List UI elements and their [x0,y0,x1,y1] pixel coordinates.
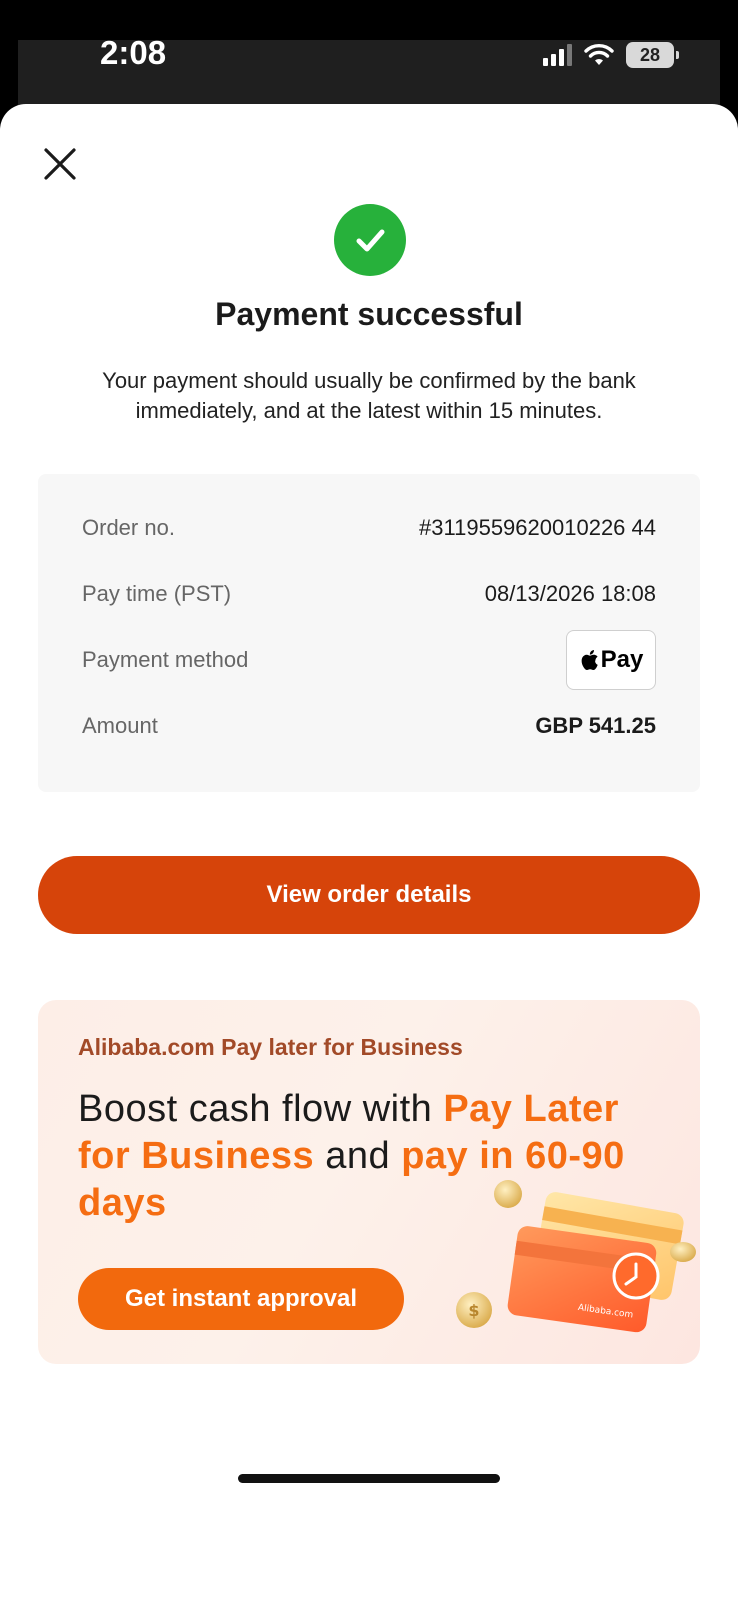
confirmation-note: Your payment should usually be confirmed… [102,368,636,423]
amount-label: Amount [82,713,158,738]
pay-time-label: Pay time (PST) [82,581,232,606]
order-no-value: #3119559620010226 44 [419,515,656,540]
close-button[interactable] [38,142,82,186]
payment-details-card: Order no. #3119559620010226 44 Pay time … [38,474,700,792]
promo-headline-mid: and [314,1135,402,1177]
view-order-details-button[interactable]: View order details [38,856,700,934]
detail-row-amount: Amount GBP 541.25 [82,706,656,746]
success-check-icon [334,204,406,276]
promo-headline-start: Boost cash flow with [78,1088,444,1130]
apple-logo-icon [581,650,598,671]
home-indicator [238,1474,500,1483]
amount-value: GBP 541.25 [535,713,656,738]
battery-indicator: 28 [626,42,679,68]
credit-card-coins-illustration: Alibaba.com $ [456,1180,696,1333]
svg-text:$: $ [468,1301,479,1320]
get-instant-approval-button[interactable]: Get instant approval [78,1268,404,1330]
cellular-signal-icon [543,44,572,66]
detail-row-payment-method: Payment method Pay [82,630,656,690]
wifi-icon [584,44,614,65]
apple-pay-text: Pay [600,646,644,673]
order-no-label: Order no. [82,515,175,540]
payment-method-label: Payment method [82,647,249,672]
apple-pay-badge: Pay [566,630,656,690]
payment-result-sheet: Payment successful Your payment should u… [0,104,738,1600]
pay-time-value: 08/13/2026 18:08 [484,581,656,606]
page-title: Payment successful [215,296,523,332]
promo-brand-title: Alibaba.com Pay later for Business [78,1034,463,1060]
pay-later-promo-banner[interactable]: Alibaba.com Pay later for Business Boost… [38,1000,700,1364]
detail-row-order-no: Order no. #3119559620010226 44 [82,508,656,548]
close-icon [44,148,76,180]
detail-row-pay-time: Pay time (PST) 08/13/2026 18:08 [82,574,656,614]
status-time: 2:08 [100,34,167,71]
status-icons: 28 [543,40,679,70]
